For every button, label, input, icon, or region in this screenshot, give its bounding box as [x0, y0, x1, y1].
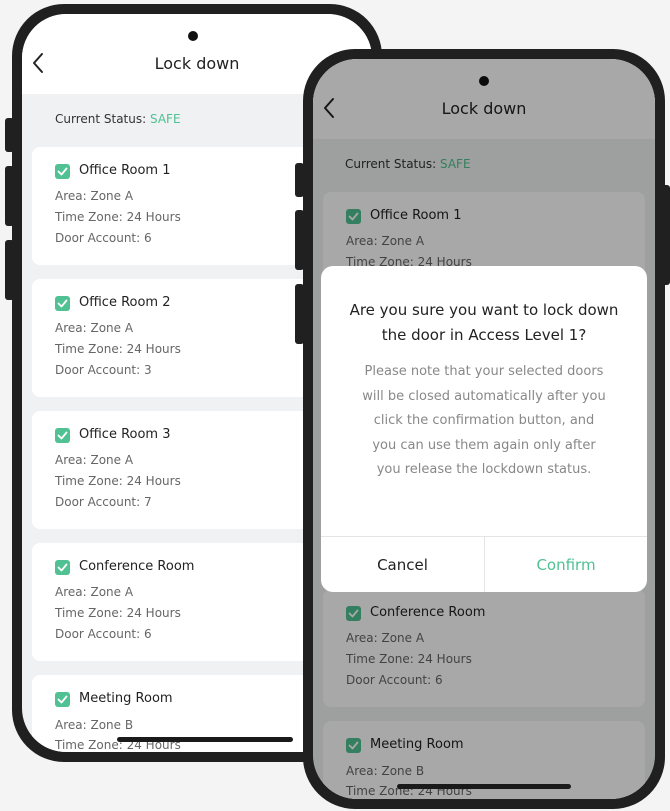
- lockdown-confirm-dialog: Are you sure you want to lock down the d…: [321, 266, 647, 592]
- current-status: Current Status: SAFE: [55, 112, 181, 126]
- room-door-account: Door Account: 7: [55, 495, 152, 509]
- room-area: Area: Zone A: [55, 321, 134, 335]
- checkbox-checked-icon[interactable]: [55, 428, 70, 443]
- room-name: Office Room 1: [79, 163, 171, 178]
- room-time-zone: Time Zone: 24 Hours: [55, 474, 181, 488]
- checkbox-checked-icon[interactable]: [55, 296, 70, 311]
- status-label: Current Status:: [55, 112, 147, 126]
- home-indicator[interactable]: [397, 784, 571, 789]
- dialog-message-line: will be closed automatically after you: [362, 388, 606, 404]
- dialog-message-line: you can use them again only after: [372, 437, 596, 453]
- room-area: Area: Zone A: [55, 189, 134, 203]
- dialog-title-line: the door in Access Level 1?: [381, 326, 587, 344]
- status-value: SAFE: [150, 112, 181, 126]
- checkbox-checked-icon[interactable]: [55, 692, 70, 707]
- room-name: Office Room 3: [79, 427, 171, 442]
- dialog-title-line: Are you sure you want to lock down: [349, 301, 619, 319]
- room-name: Conference Room: [79, 559, 195, 574]
- dialog-message-line: Please note that your selected doors: [364, 364, 604, 379]
- room-door-account: Door Account: 6: [55, 231, 152, 245]
- home-indicator[interactable]: [117, 737, 293, 742]
- room-area: Area: Zone A: [55, 585, 134, 599]
- dialog-message-line: you release the lockdown status.: [376, 462, 592, 477]
- room-time-zone: Time Zone: 24 Hours: [55, 210, 181, 224]
- room-area: Area: Zone A: [55, 453, 134, 467]
- room-name: Office Room 2: [79, 295, 171, 310]
- confirm-button[interactable]: Confirm: [485, 536, 647, 592]
- dialog-title: Are you sure you want to lock down the d…: [341, 298, 627, 348]
- room-time-zone: Time Zone: 24 Hours: [55, 342, 181, 356]
- room-name: Meeting Room: [79, 691, 173, 706]
- camera: [188, 31, 198, 41]
- cancel-button[interactable]: Cancel: [321, 536, 485, 592]
- room-time-zone: Time Zone: 24 Hours: [55, 606, 181, 620]
- checkbox-checked-icon[interactable]: [55, 560, 70, 575]
- room-area: Area: Zone B: [55, 718, 134, 732]
- dialog-message: Please note that your selected doors wil…: [343, 360, 625, 483]
- dialog-message-line: click the confirmation button, and: [373, 413, 595, 428]
- checkbox-checked-icon[interactable]: [55, 164, 70, 179]
- room-door-account: Door Account: 6: [55, 627, 152, 641]
- room-door-account: Door Account: 3: [55, 363, 152, 377]
